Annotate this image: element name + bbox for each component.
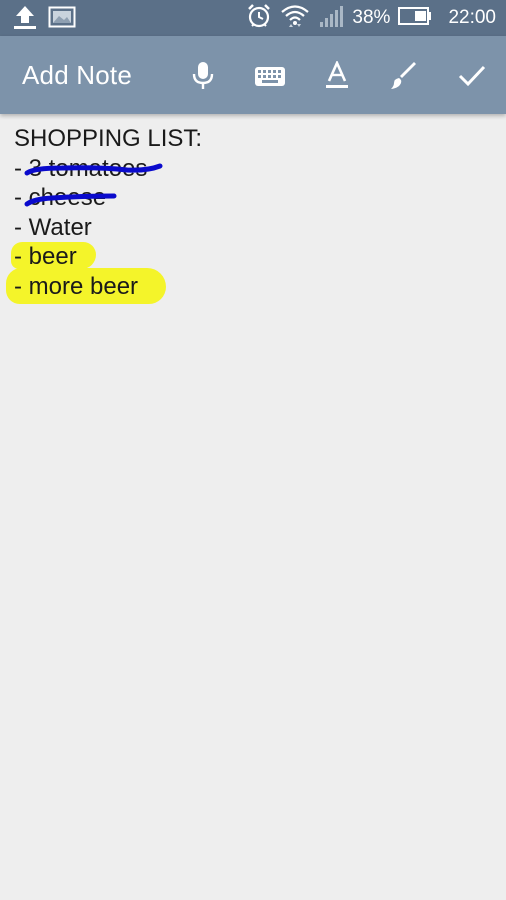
brush-icon [391, 62, 416, 89]
note-line-heading: SHOPPING LIST: [14, 125, 203, 152]
note-line-item: - Water [14, 213, 92, 241]
battery-icon [398, 6, 432, 31]
note-line-item: - 3 tomatoes [14, 154, 494, 184]
toolbar: Add Note [0, 36, 506, 114]
note-line-item: - cheese [14, 183, 494, 213]
wifi-icon [280, 3, 310, 34]
check-icon [458, 65, 486, 87]
note-editor[interactable]: SHOPPING LIST: - 3 tomatoes - cheese - W… [6, 124, 494, 304]
keyboard-button[interactable] [250, 56, 290, 96]
clock-time: 22:00 [448, 7, 496, 28]
text-format-button[interactable] [317, 56, 357, 96]
battery-percent: 38% [352, 7, 391, 28]
brush-button[interactable] [384, 56, 424, 96]
upload-icon [12, 4, 38, 35]
note-line-item: - more beer [6, 267, 494, 304]
toolbar-title: Add Note [22, 60, 133, 90]
microphone-icon [192, 62, 214, 89]
signal-icon [318, 4, 344, 33]
status-bar: 38% 22:00 [0, 0, 506, 36]
text-format-icon [326, 61, 348, 88]
keyboard-icon [255, 67, 285, 86]
voice-input-button[interactable] [183, 56, 223, 96]
save-button[interactable] [452, 56, 492, 96]
alarm-icon [246, 3, 272, 34]
image-icon [48, 6, 76, 33]
